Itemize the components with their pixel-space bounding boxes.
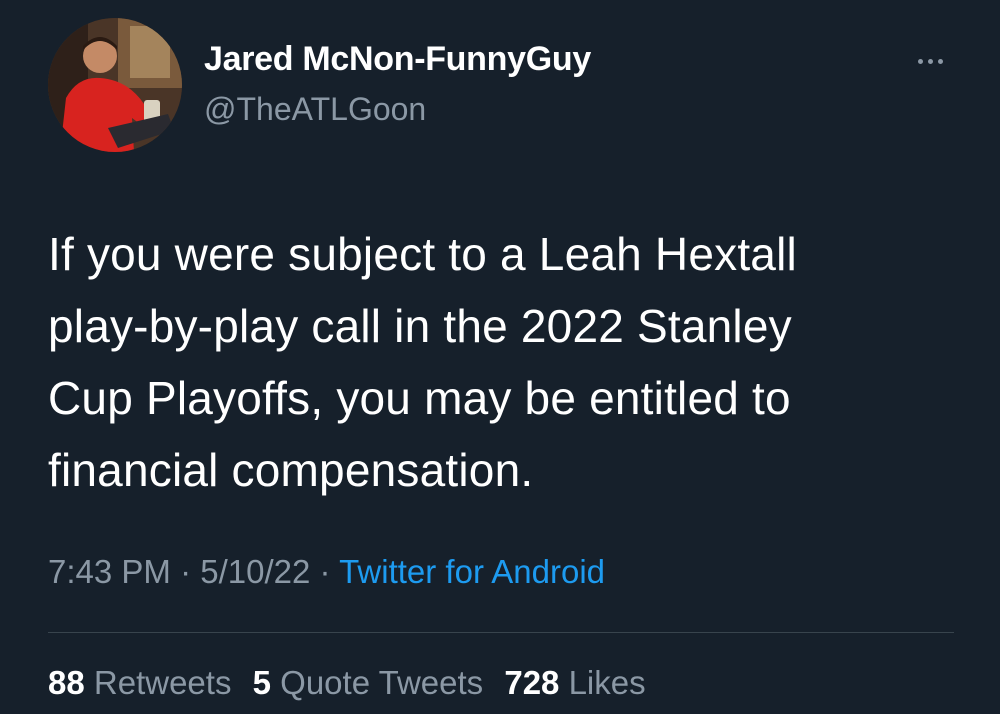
likes-label: Likes [568, 664, 646, 701]
author-handle[interactable]: @TheATLGoon [204, 91, 426, 128]
retweets-label: Retweets [93, 664, 232, 701]
quotes-label: Quote Tweets [280, 664, 484, 701]
more-horizontal-icon [915, 58, 945, 64]
quotes-count: 5 [252, 664, 271, 701]
likes-stat[interactable]: 728 Likes [504, 664, 645, 701]
divider [48, 632, 954, 633]
tweet-text-line: play-by-play call in the 2022 Stanley [48, 300, 792, 352]
likes-count: 728 [504, 664, 560, 701]
tweet-text-line: financial compensation. [48, 444, 534, 496]
tweet-card: Jared McNon-FunnyGuy @TheATLGoon If you … [0, 0, 1000, 714]
tweet-time[interactable]: 7:43 PM [48, 553, 171, 590]
quote-tweets-stat[interactable]: 5 Quote Tweets [253, 664, 484, 701]
author-name[interactable]: Jared McNon-FunnyGuy [204, 40, 591, 79]
tweet-date[interactable]: 5/10/22 [200, 553, 310, 590]
retweets-stat[interactable]: 88 Retweets [48, 664, 231, 701]
tweet-text: If you were subject to a Leah Hextall pl… [48, 218, 948, 506]
meta-separator: · [170, 553, 201, 590]
tweet-meta: 7:43 PM · 5/10/22 · Twitter for Android [48, 553, 605, 591]
tweet-stats: 88 Retweets 5 Quote Tweets 728 Likes [48, 664, 658, 702]
meta-separator: · [310, 553, 340, 590]
tweet-text-line: Cup Playoffs, you may be entitled to [48, 372, 791, 424]
retweets-count: 88 [48, 664, 85, 701]
tweet-source-link[interactable]: Twitter for Android [339, 553, 605, 590]
avatar[interactable] [48, 18, 182, 152]
tweet-text-line: If you were subject to a Leah Hextall [48, 228, 797, 280]
avatar-image [48, 18, 182, 152]
more-options-button[interactable] [906, 46, 954, 76]
